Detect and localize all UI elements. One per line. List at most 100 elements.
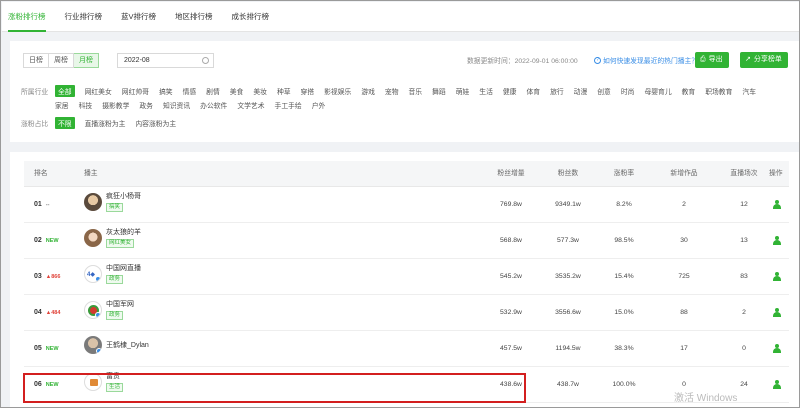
rank-change-badge: NEW — [45, 382, 59, 388]
help-link[interactable]: ? 如何快速发现最近的热门播主？ — [594, 55, 698, 65]
tab-2[interactable]: 蓝V排行榜 — [121, 2, 156, 32]
share-button[interactable]: ↗ 分享榜单 — [740, 52, 788, 68]
person-icon[interactable] — [772, 236, 781, 245]
header-fans-rate[interactable]: 涨粉率 — [604, 161, 644, 187]
industry-chip[interactable]: 宠物 — [385, 86, 399, 96]
industry-chip[interactable]: 汽车 — [742, 86, 756, 96]
avatar[interactable] — [84, 336, 102, 354]
industry-chip[interactable]: 动漫 — [574, 86, 588, 96]
person-icon[interactable] — [772, 380, 781, 389]
month-picker[interactable]: 2022-08 — [117, 53, 214, 68]
anchor-text: 中国网直播 政务 — [106, 264, 141, 284]
fans-ratio-chip[interactable]: 内容涨粉为主 — [135, 118, 176, 128]
industry-chip[interactable]: 母婴育儿 — [644, 86, 671, 96]
anchor-cell[interactable]: 中国军网 政务 — [84, 300, 134, 320]
industry-chip[interactable]: 萌娃 — [456, 86, 470, 96]
tab-4[interactable]: 成长排行榜 — [232, 2, 270, 32]
industry-chip[interactable]: 职场教育 — [705, 86, 732, 96]
industry-chip[interactable]: 美食 — [230, 86, 244, 96]
anchor-cell[interactable]: 疯狂小杨哥 搞笑 — [84, 192, 141, 212]
person-icon-body — [773, 276, 781, 281]
anchor-text: 疯狂小杨哥 搞笑 — [106, 192, 141, 212]
anchor-name[interactable]: 中国网直播 — [106, 264, 141, 273]
anchor-cell[interactable]: 4◆ 中国网直播 政务 — [84, 264, 141, 284]
industry-chip[interactable]: 创意 — [597, 86, 611, 96]
industry-chip[interactable]: 种草 — [277, 86, 291, 96]
industry-chip[interactable]: 音乐 — [409, 86, 423, 96]
update-time: 数据更新时间：2022-09-01 06:00:00 — [467, 58, 578, 65]
industry-chip[interactable]: 时尚 — [621, 86, 635, 96]
anchor-name[interactable]: 王鹤棣_Dylan — [106, 341, 149, 350]
tab-3[interactable]: 地区排行榜 — [175, 2, 213, 32]
industry-chip[interactable]: 户外 — [312, 100, 326, 110]
industry-chip[interactable]: 摄影教学 — [102, 100, 129, 110]
industry-chip[interactable]: 办公软件 — [200, 100, 227, 110]
industry-chip[interactable]: 家居 — [55, 100, 69, 110]
industry-chip[interactable]: 网红美女 — [85, 86, 112, 96]
dog-avatar-icon — [90, 379, 98, 386]
industry-chip[interactable]: 知识资讯 — [163, 100, 190, 110]
industry-chip[interactable]: 体育 — [526, 86, 540, 96]
fans-ratio-chip[interactable]: 不限 — [55, 117, 75, 129]
person-icon[interactable] — [772, 272, 781, 281]
export-icon: ⎙ — [700, 56, 706, 63]
anchor-name[interactable]: 中国军网 — [106, 300, 134, 309]
period-option-1[interactable]: 周榜 — [49, 53, 74, 68]
header-live-count[interactable]: 直播场次 — [724, 161, 764, 187]
avatar[interactable]: 4◆ — [84, 265, 102, 283]
person-icon[interactable] — [772, 344, 781, 353]
new-works: 30 — [680, 237, 688, 244]
industry-chip[interactable]: 搞笑 — [159, 86, 173, 96]
tab-1[interactable]: 行业排行榜 — [65, 2, 103, 32]
industry-chip[interactable]: 政务 — [139, 100, 153, 110]
avatar[interactable] — [84, 373, 102, 391]
table-body: 01 -- 疯狂小杨哥 搞笑 769.8w 9349.1w 8.2% 2 12 02 NEW 灰太狼的… — [24, 187, 789, 403]
header-fans-increase[interactable]: 粉丝增量 — [489, 161, 533, 187]
industry-filter-row1: 所属行业 全部 网红美女 网红帅哥 搞笑 情感 剧情 美食 美妆 种草 穿搭 影视娱乐 游戏 宠物 音乐舞… — [21, 85, 766, 97]
period-option-2[interactable]: 月榜 — [74, 53, 99, 68]
header-new-works[interactable]: 新增作品 — [664, 161, 704, 187]
industry-tag: 政务 — [106, 275, 124, 284]
industry-chip[interactable]: 舞蹈 — [432, 86, 446, 96]
person-icon-body — [773, 240, 781, 245]
industry-chip[interactable]: 全部 — [55, 85, 75, 97]
industry-chip[interactable]: 手工手绘 — [275, 100, 302, 110]
anchor-name[interactable]: 灰太狼的羊 — [106, 228, 141, 237]
person-icon[interactable] — [772, 200, 781, 209]
industry-chip[interactable]: 生活 — [479, 86, 493, 96]
industry-chip[interactable]: 美妆 — [253, 86, 267, 96]
anchor-cell[interactable]: 灰太狼的羊 网红美女 — [84, 228, 141, 248]
industry-chip[interactable]: 剧情 — [206, 86, 220, 96]
industry-chip[interactable]: 科技 — [79, 100, 93, 110]
industry-chip[interactable]: 情感 — [183, 86, 197, 96]
fans-rate: 98.5% — [614, 237, 634, 244]
industry-chip[interactable]: 教育 — [682, 86, 696, 96]
industry-chip[interactable]: 游戏 — [361, 86, 375, 96]
industry-chip[interactable]: 穿搭 — [301, 86, 315, 96]
industry-chip[interactable]: 文学艺术 — [237, 100, 264, 110]
anchor-name[interactable]: 富贵 — [106, 372, 123, 381]
export-button[interactable]: ⎙ 导出 — [695, 52, 729, 68]
anchor-cell[interactable]: 王鹤棣_Dylan — [84, 336, 149, 354]
anchor-name[interactable]: 疯狂小杨哥 — [106, 192, 141, 201]
avatar[interactable] — [84, 229, 102, 247]
table-row: 05 NEW 王鹤棣_Dylan 457.5w 1194.5w 38.3% 17 0 — [24, 331, 789, 367]
industry-chip[interactable]: 网红帅哥 — [122, 86, 149, 96]
person-icon[interactable] — [772, 308, 781, 317]
avatar[interactable] — [84, 193, 102, 211]
share-icon: ↗ — [745, 56, 751, 63]
anchor-cell[interactable]: 富贵 生活 — [84, 372, 124, 392]
fans-count: 9349.1w — [555, 201, 581, 208]
industry-chip[interactable]: 影视娱乐 — [324, 86, 351, 96]
industry-chip[interactable]: 旅行 — [550, 86, 564, 96]
period-option-0[interactable]: 日榜 — [23, 53, 49, 68]
industry-chip[interactable]: 健康 — [503, 86, 517, 96]
industry-tag: 生活 — [106, 383, 124, 392]
tab-0[interactable]: 涨粉排行榜 — [8, 2, 46, 32]
rank-number: 06 — [34, 381, 42, 388]
anchor-text: 中国军网 政务 — [106, 300, 134, 320]
header-fans[interactable]: 粉丝数 — [546, 161, 590, 187]
rank-cell: 02 NEW — [34, 223, 59, 259]
avatar[interactable] — [84, 301, 102, 319]
fans-ratio-chip[interactable]: 直播涨粉为主 — [85, 118, 126, 128]
